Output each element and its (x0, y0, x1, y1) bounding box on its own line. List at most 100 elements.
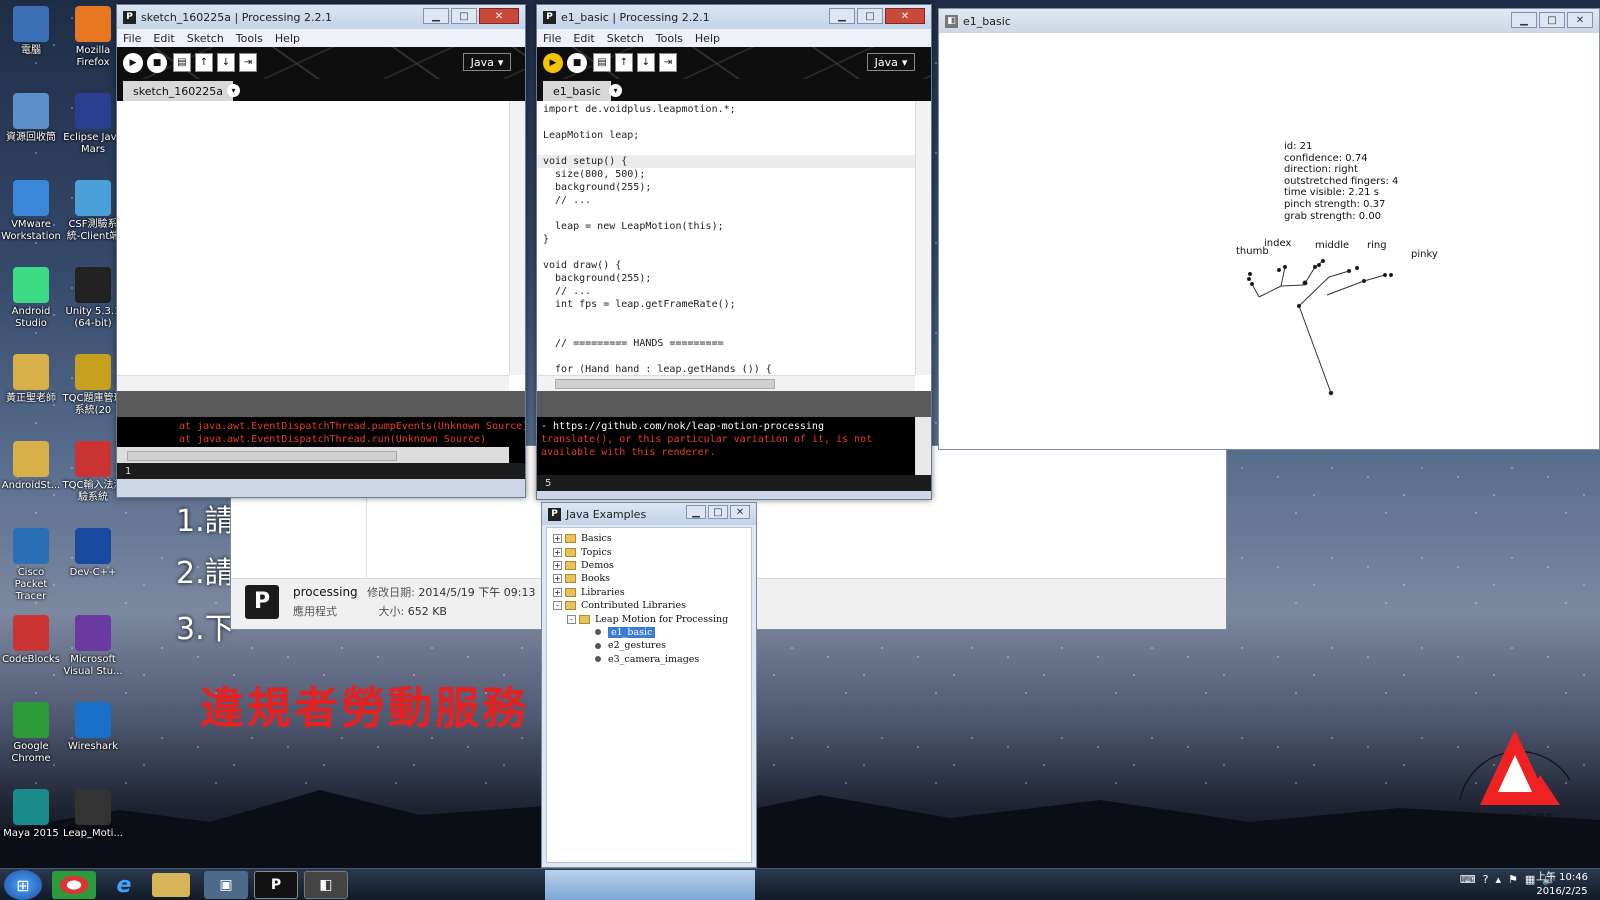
menu-sketch[interactable]: Sketch (187, 32, 224, 45)
java-taskbar-icon[interactable]: ◧ (304, 871, 348, 899)
code-editor[interactable]: import de.voidplus.leapmotion.*; LeapMoti… (537, 101, 931, 391)
desktop-icon-codeblocks[interactable]: CodeBlocks (0, 615, 62, 666)
tree-item[interactable]: + Demos (547, 559, 751, 572)
desktop-icon-visual-studio[interactable]: Microsoft Visual Stu... (62, 615, 124, 678)
clock[interactable]: 上午 10:46 2016/2/25 (1530, 871, 1594, 899)
tree-item[interactable]: + Basics (547, 532, 751, 545)
desktop-icon-eclipse[interactable]: Eclipse Java Mars (62, 93, 124, 156)
menu-edit[interactable]: Edit (153, 32, 174, 45)
collapse-icon[interactable]: - (553, 601, 562, 611)
minimize-button[interactable]: ▁ (829, 8, 855, 24)
sketch-window[interactable]: P sketch_160225a | Processing 2.2.1 ▁ □ ✕ … (116, 4, 526, 498)
close-button[interactable]: ✕ (479, 8, 519, 24)
tree-item[interactable]: + Libraries (547, 586, 751, 599)
explorer-taskbar-icon[interactable] (152, 873, 190, 897)
run-icon[interactable]: ▶ (123, 53, 143, 73)
save-icon[interactable]: ↓ (637, 53, 655, 72)
stop-icon[interactable]: ■ (567, 53, 587, 73)
flag-icon[interactable]: ⚑ (1508, 873, 1518, 886)
desktop-icon-vmware[interactable]: VMware Workstation (0, 180, 62, 243)
menu-sketch[interactable]: Sketch (607, 32, 644, 45)
editor-vscrollbar[interactable] (915, 101, 931, 375)
menu-help[interactable]: Help (695, 32, 720, 45)
run-icon[interactable]: ▶ (543, 53, 563, 73)
expand-icon[interactable]: + (553, 560, 562, 570)
tree-item[interactable]: + Topics (547, 545, 751, 558)
expand-icon[interactable]: + (553, 547, 562, 557)
desktop-icon-recycle-bin[interactable]: 資源回收筒 (0, 93, 62, 144)
expand-icon[interactable]: + (553, 534, 562, 544)
minimize-button[interactable]: ▁ (686, 505, 706, 519)
tab-sketch[interactable]: sketch_160225a (123, 81, 234, 101)
processing-taskbar-icon[interactable]: P (254, 871, 298, 899)
maximize-button[interactable]: □ (451, 8, 477, 24)
examples-window[interactable]: P Java Examples ▁ □ ✕ + Basics + Topics + Demos… (541, 502, 757, 868)
desktop-icon-unity[interactable]: Unity 5.3.1 (64-bit) (62, 267, 124, 330)
maximize-button[interactable]: □ (857, 8, 883, 24)
tree-item[interactable]: + Books (547, 572, 751, 585)
tab-menu-icon[interactable]: ▾ (609, 84, 622, 97)
menu-tools[interactable]: Tools (656, 32, 683, 45)
export-icon[interactable]: ⇥ (239, 53, 257, 72)
export-icon[interactable]: ⇥ (659, 53, 677, 72)
desktop-icon-android-folder[interactable]: AndroidSt... (0, 441, 62, 492)
open-icon[interactable]: ↑ (615, 53, 633, 72)
desktop-icon-chrome[interactable]: Google Chrome (0, 702, 62, 765)
desktop-icon-android-studio[interactable]: Android Studio (0, 267, 62, 330)
desktop-icon-tqc-bank[interactable]: TQC題庫管理系統(20 (62, 354, 124, 417)
desktop-icon-firefox[interactable]: Mozilla Firefox (62, 6, 124, 69)
examples-tree[interactable]: + Basics + Topics + Demos + Books + Libraries - Con… (546, 527, 752, 863)
editor-vscrollbar[interactable] (509, 101, 525, 375)
editor-hscrollbar[interactable] (537, 375, 915, 391)
menu-edit[interactable]: Edit (573, 32, 594, 45)
chevron-up-icon[interactable]: ▴ (1495, 873, 1501, 886)
expand-icon[interactable]: + (553, 587, 562, 597)
tree-item[interactable]: e3_camera_images (547, 653, 751, 666)
close-button[interactable]: ✕ (730, 505, 750, 519)
e1-window[interactable]: P e1_basic | Processing 2.2.1 ▁ □ ✕ File E… (536, 4, 932, 500)
sketch-output-window[interactable]: ◧ e1_basic ▁ □ ✕ id: 21 confidence: 0.74 d… (938, 8, 1600, 450)
close-button[interactable]: ✕ (885, 8, 925, 24)
console-hscrollbar[interactable] (117, 447, 509, 463)
desktop-icon-devcpp[interactable]: Dev-C++ (62, 528, 124, 579)
start-button[interactable]: ⊞ (4, 870, 42, 900)
console-vscrollbar[interactable] (915, 417, 931, 475)
sketch-editor[interactable] (117, 101, 525, 391)
mode-selector[interactable]: Java ▾ (463, 53, 511, 71)
minimize-button[interactable]: ▁ (423, 8, 449, 24)
desktop-icon-computer[interactable]: 電腦 (0, 6, 62, 57)
tab-menu-icon[interactable]: ▾ (227, 84, 240, 97)
tab-e1-basic[interactable]: e1_basic (543, 81, 611, 101)
save-icon[interactable]: ↓ (217, 53, 235, 72)
new-icon[interactable]: ▤ (593, 53, 611, 72)
desktop-icon-leap-motion[interactable]: Leap_Moti... (62, 789, 124, 840)
ie-taskbar-icon[interactable]: e (102, 871, 146, 899)
mode-selector[interactable]: Java ▾ (867, 53, 915, 71)
collapse-icon[interactable]: - (567, 614, 576, 624)
app-taskbar-icon[interactable]: ▣ (204, 871, 248, 899)
open-icon[interactable]: ↑ (195, 53, 213, 72)
tree-item[interactable]: e2_gestures (547, 639, 751, 652)
tree-item[interactable]: e1_basic (547, 626, 751, 639)
desktop-icon-csf-client[interactable]: CSF測驗系統-Client端 (62, 180, 124, 243)
editor-hscrollbar[interactable] (117, 375, 509, 391)
processing-app-icon[interactable]: P (245, 584, 279, 619)
menu-file[interactable]: File (543, 32, 561, 45)
e1-console[interactable]: - https://github.com/nok/leap-motion-pro… (537, 417, 931, 475)
desktop-icon-maya[interactable]: Maya 2015 (0, 789, 62, 840)
desktop-icon-tqc-input[interactable]: TQC輸入法測驗系統 (62, 441, 124, 504)
menu-tools[interactable]: Tools (236, 32, 263, 45)
desktop-icon-wireshark[interactable]: Wireshark (62, 702, 124, 753)
sketch-console[interactable]: at java.awt.EventDispatchThread.pumpEven… (117, 417, 525, 463)
new-icon[interactable]: ▤ (173, 53, 191, 72)
maximize-button[interactable]: □ (708, 505, 728, 519)
explorer-details[interactable]: P processing 修改日期: 2014/5/19 下午 09:13 建立… (245, 584, 571, 619)
stop-icon[interactable]: ■ (147, 53, 167, 73)
keyboard-icon[interactable]: ⌨ (1460, 873, 1476, 886)
sketch-titlebar[interactable]: P sketch_160225a | Processing 2.2.1 ▁ □ ✕ (117, 5, 525, 29)
desktop-icon-teacher-folder[interactable]: 黃正聖老師 (0, 354, 62, 405)
expand-icon[interactable]: + (553, 574, 562, 584)
tree-item[interactable]: - Leap Motion for Processing (547, 612, 751, 625)
menu-file[interactable]: File (123, 32, 141, 45)
help-icon[interactable]: ? (1483, 873, 1489, 886)
